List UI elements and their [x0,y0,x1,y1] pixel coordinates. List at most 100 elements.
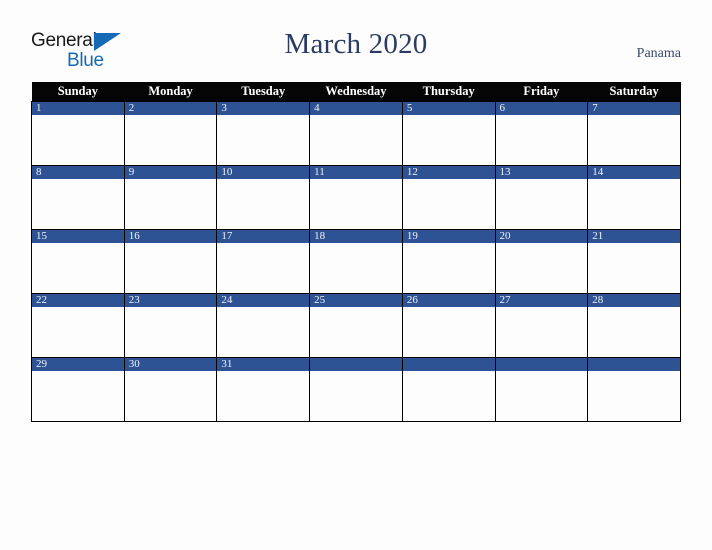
day-events[interactable] [32,115,124,164]
calendar-day-cell[interactable]: 23 [123,293,218,358]
calendar-day-cell[interactable]: 21 [587,229,681,294]
day-number: 7 [588,102,680,115]
day-events[interactable] [588,179,680,228]
calendar-day-cell[interactable]: 18 [309,229,403,294]
calendar-day-cell[interactable]: 12 [401,165,496,230]
day-events[interactable] [588,115,680,164]
day-events[interactable] [496,243,588,292]
day-events[interactable] [217,307,309,356]
day-events[interactable] [403,115,495,164]
calendar-day-cell[interactable]: 17 [216,229,311,294]
day-number: 28 [588,294,680,307]
calendar-day-cell[interactable]: 4 [309,101,403,166]
day-number: 8 [32,166,124,179]
day-number: 19 [402,230,495,243]
calendar-day-cell[interactable]: 1 [31,101,125,166]
day-number-empty [495,358,588,371]
day-events[interactable] [217,243,309,292]
day-number: 20 [495,230,588,243]
calendar-day-cell[interactable]: 11 [309,165,403,230]
calendar-day-cell[interactable]: 19 [401,229,496,294]
day-events[interactable] [125,371,217,420]
calendar-day-cell[interactable]: 15 [31,229,125,294]
day-events[interactable] [125,115,217,164]
day-number: 4 [310,102,402,115]
day-events[interactable] [217,115,309,164]
day-events[interactable] [217,371,309,420]
calendar-day-cell[interactable]: 26 [401,293,496,358]
day-events[interactable] [32,179,124,228]
weekday-header-tuesday: Tuesday [216,82,310,102]
day-events[interactable] [310,115,402,164]
day-events[interactable] [125,243,217,292]
day-number: 6 [495,102,588,115]
day-number: 13 [495,166,588,179]
weekday-header-monday: Monday [124,82,217,102]
day-events[interactable] [217,179,309,228]
day-events[interactable] [496,115,588,164]
calendar-day-cell[interactable]: 5 [401,101,496,166]
calendar-day-cell[interactable] [494,357,589,422]
calendar-day-cell[interactable]: 27 [494,293,589,358]
calendar-day-cell[interactable]: 2 [123,101,218,166]
day-events[interactable] [310,371,402,420]
calendar-day-cell[interactable]: 29 [31,357,125,422]
calendar-day-cell[interactable]: 20 [494,229,589,294]
calendar-day-cell[interactable]: 22 [31,293,125,358]
calendar-day-cell[interactable]: 30 [123,357,218,422]
day-events[interactable] [32,371,124,420]
day-events[interactable] [403,307,495,356]
weekday-header-friday: Friday [495,82,588,102]
calendar-day-cell[interactable] [401,357,496,422]
day-events[interactable] [310,179,402,228]
calendar-day-cell[interactable]: 24 [216,293,311,358]
day-events[interactable] [403,371,495,420]
calendar-day-cell[interactable]: 14 [587,165,681,230]
weekday-header-thursday: Thursday [402,82,496,102]
day-events[interactable] [496,307,588,356]
day-number: 1 [32,102,124,115]
calendar-day-cell[interactable]: 3 [216,101,311,166]
day-number: 11 [310,166,402,179]
day-number: 21 [588,230,680,243]
calendar-day-cell[interactable] [309,357,403,422]
page-header: General Blue March 2020 Panama [0,0,712,82]
calendar-week-row: 1 2 3 4 5 6 7 [31,101,681,166]
calendar-day-cell[interactable]: 8 [31,165,125,230]
day-number-empty [310,358,402,371]
day-number: 3 [217,102,310,115]
day-number: 31 [217,358,310,371]
calendar-day-cell[interactable]: 13 [494,165,589,230]
day-events[interactable] [588,371,680,420]
calendar-page: General Blue March 2020 Panama Sunday Mo… [0,0,712,550]
day-number: 15 [32,230,124,243]
day-events[interactable] [310,243,402,292]
calendar-day-cell[interactable] [587,357,681,422]
day-events[interactable] [496,371,588,420]
day-events[interactable] [403,179,495,228]
day-number-empty [402,358,495,371]
calendar-body: 1 2 3 4 5 6 7 8 9 10 11 12 13 14 15 16 1… [31,101,681,422]
calendar-grid: Sunday Monday Tuesday Wednesday Thursday… [31,82,681,422]
calendar-day-cell[interactable]: 28 [587,293,681,358]
calendar-day-cell[interactable]: 31 [216,357,311,422]
day-events[interactable] [588,243,680,292]
day-events[interactable] [310,307,402,356]
calendar-day-cell[interactable]: 9 [123,165,218,230]
day-events[interactable] [496,179,588,228]
day-events[interactable] [588,307,680,356]
day-events[interactable] [125,179,217,228]
calendar-week-row: 15 16 17 18 19 20 21 [31,229,681,294]
calendar-week-row: 29 30 31 [31,357,681,422]
calendar-day-cell[interactable]: 16 [123,229,218,294]
day-events[interactable] [125,307,217,356]
day-events[interactable] [403,243,495,292]
calendar-day-cell[interactable]: 10 [216,165,311,230]
calendar-day-cell[interactable]: 7 [587,101,681,166]
day-events[interactable] [32,307,124,356]
day-events[interactable] [32,243,124,292]
calendar-day-cell[interactable]: 25 [309,293,403,358]
calendar-week-row: 8 9 10 11 12 13 14 [31,165,681,230]
calendar-day-cell[interactable]: 6 [494,101,589,166]
day-number: 17 [217,230,310,243]
